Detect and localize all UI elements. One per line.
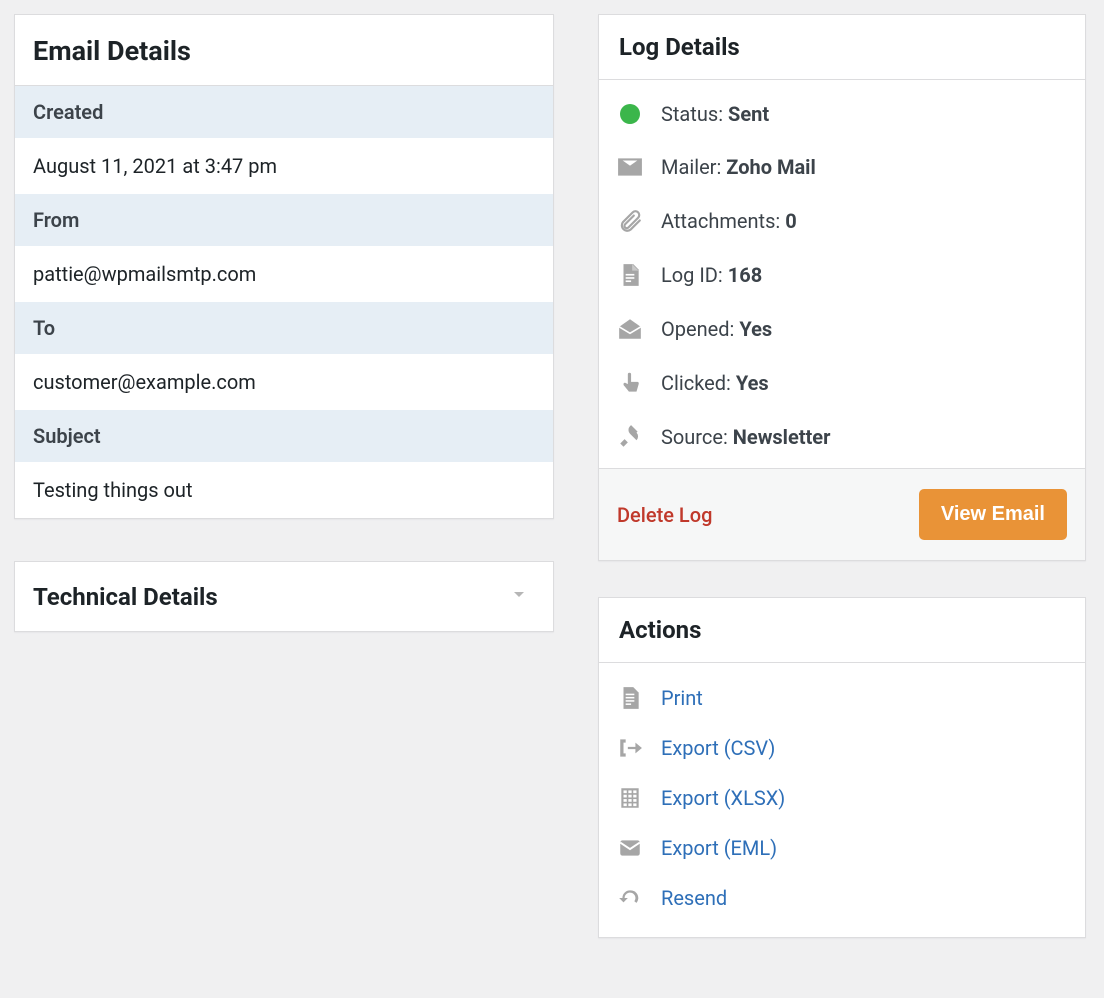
clicked-label: Clicked:: [661, 371, 731, 395]
action-export-xlsx-label: Export (XLSX): [661, 786, 785, 810]
view-email-button[interactable]: View Email: [919, 489, 1067, 540]
created-value: August 11, 2021 at 3:47 pm: [15, 138, 553, 194]
action-print[interactable]: Print: [611, 673, 1073, 723]
file-icon: [617, 262, 643, 288]
action-export-eml[interactable]: Export (EML): [611, 823, 1073, 873]
log-row-status: Status: Sent: [607, 88, 1077, 140]
log-details-panel: Log Details Status: Sent Mailer: Zoho Ma…: [598, 14, 1086, 561]
log-row-opened: Opened: Yes: [607, 302, 1077, 356]
to-value: customer@example.com: [15, 354, 553, 410]
status-dot-icon: [620, 104, 640, 124]
email-details-card: Email Details Created August 11, 2021 at…: [14, 14, 554, 519]
subject-label: Subject: [15, 410, 553, 462]
opened-value: Yes: [739, 317, 772, 341]
paperclip-icon: [617, 208, 643, 234]
plug-icon: [617, 424, 643, 450]
action-export-eml-label: Export (EML): [661, 836, 777, 860]
from-value: pattie@wpmailsmtp.com: [15, 246, 553, 302]
from-label: From: [15, 194, 553, 246]
email-details-title: Email Details: [15, 15, 553, 86]
mailer-value: Zoho Mail: [726, 155, 815, 179]
actions-title: Actions: [599, 598, 1085, 663]
clicked-value: Yes: [736, 371, 769, 395]
subject-value: Testing things out: [15, 462, 553, 518]
open-envelope-icon: [617, 316, 643, 342]
delete-log-link[interactable]: Delete Log: [617, 503, 712, 527]
mail-icon: [617, 835, 643, 861]
action-resend[interactable]: Resend: [611, 873, 1073, 923]
envelope-icon: [617, 154, 643, 180]
log-row-source: Source: Newsletter: [607, 410, 1077, 464]
chevron-down-icon: [507, 582, 531, 611]
action-export-csv[interactable]: Export (CSV): [611, 723, 1073, 773]
logid-value: 168: [728, 263, 762, 287]
source-value: Newsletter: [733, 425, 831, 449]
spreadsheet-icon: [617, 785, 643, 811]
attachments-value: 0: [785, 209, 796, 233]
status-value: Sent: [728, 102, 769, 126]
log-row-attachments: Attachments: 0: [607, 194, 1077, 248]
technical-details-toggle[interactable]: Technical Details: [15, 562, 553, 631]
action-export-xlsx[interactable]: Export (XLSX): [611, 773, 1073, 823]
logid-label: Log ID:: [661, 263, 723, 287]
action-print-label: Print: [661, 686, 703, 710]
print-file-icon: [617, 685, 643, 711]
to-label: To: [15, 302, 553, 354]
status-label: Status:: [661, 102, 723, 126]
technical-details-title: Technical Details: [33, 583, 218, 611]
attachments-label: Attachments:: [661, 209, 780, 233]
refresh-icon: [617, 885, 643, 911]
mailer-label: Mailer:: [661, 155, 721, 179]
action-export-csv-label: Export (CSV): [661, 736, 775, 760]
log-details-title: Log Details: [599, 15, 1085, 80]
opened-label: Opened:: [661, 317, 734, 341]
source-label: Source:: [661, 425, 728, 449]
action-resend-label: Resend: [661, 886, 727, 910]
log-row-logid: Log ID: 168: [607, 248, 1077, 302]
hand-pointer-icon: [617, 370, 643, 396]
technical-details-card: Technical Details: [14, 561, 554, 632]
log-row-mailer: Mailer: Zoho Mail: [607, 140, 1077, 194]
export-arrow-icon: [617, 735, 643, 761]
created-label: Created: [15, 86, 553, 138]
log-row-clicked: Clicked: Yes: [607, 356, 1077, 410]
actions-panel: Actions Print Export (CSV) Export (XLSX)…: [598, 597, 1086, 938]
